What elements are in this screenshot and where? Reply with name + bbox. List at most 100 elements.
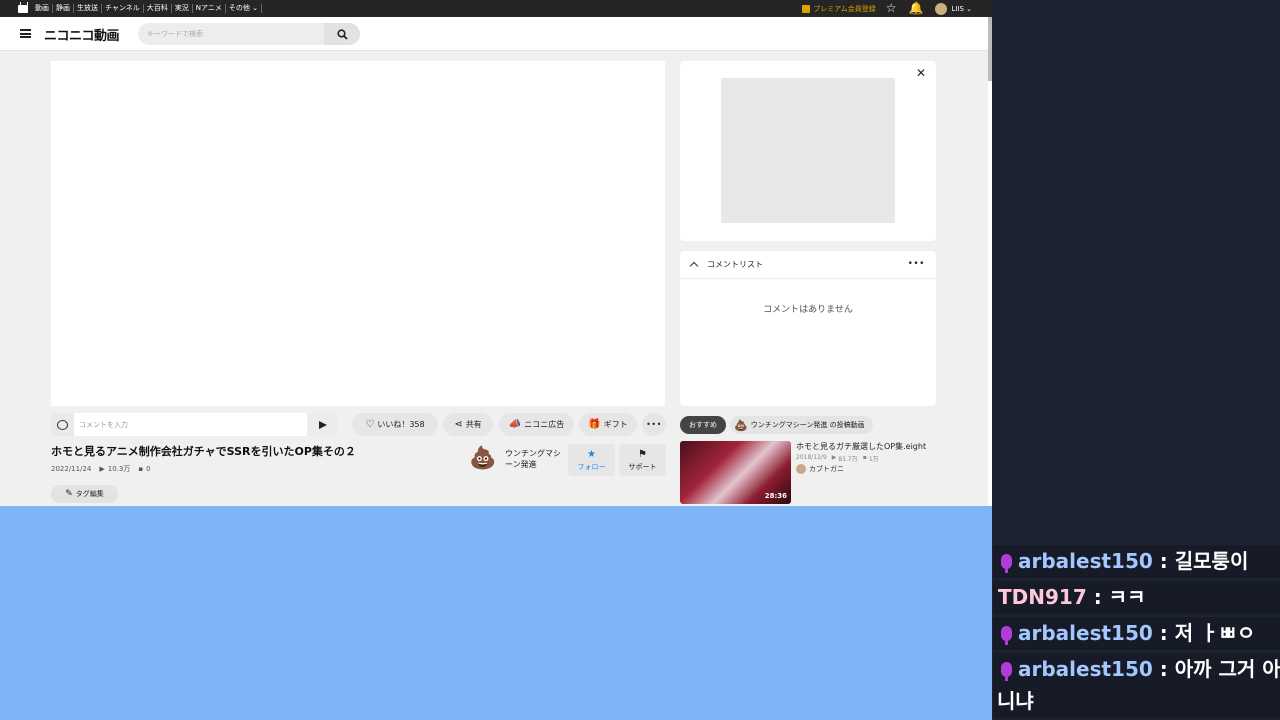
site-logo[interactable]: ニコニコ動画 [44,25,120,44]
niconico-tv-icon[interactable] [18,4,28,13]
chat-nick: arbalest150 [1018,621,1153,645]
owner-name[interactable]: ウンチングマシーン発進 [505,448,563,470]
star-icon: ★ [587,448,596,460]
search-input[interactable] [138,23,323,45]
chat-text-continued: 니냐 [997,689,1034,713]
video-title: ホモと見るアニメ制作会社ガチャでSSRを引いたOP集その２ [51,445,356,458]
chat-separator: : [1152,657,1175,681]
chroma-background [0,506,992,720]
chat-separator: : [1086,585,1109,609]
like-label: いいね！358 [377,420,425,429]
mic-icon [1001,554,1012,573]
gift-label: ギフト [603,420,628,429]
nicoad-button[interactable]: 📣 ニコニ広告 [499,413,574,436]
hamburger-menu-icon[interactable] [20,29,31,38]
follow-button[interactable]: ★ フォロー [568,444,615,476]
nav-other[interactable]: その他 ⌄ [226,4,262,13]
view-count: 10.3万 [107,465,131,473]
more-actions-button[interactable]: ••• [642,413,666,436]
share-label: 共有 [465,420,482,429]
user-name: LIIS ⌄ [951,4,972,13]
comment-icon: ▪ [862,454,867,461]
tab-owner-videos-label: ウンチングマシーン発進 の投稿動画 [750,421,865,429]
avatar [935,2,948,15]
recommend-thumbnail[interactable]: 28:36 [680,441,791,504]
owner-avatar[interactable]: 💩 [469,446,496,472]
nav-dic[interactable]: 大百科 [144,4,172,13]
nav-seiga[interactable]: 静画 [53,4,74,13]
video-duration: 28:36 [764,492,787,500]
send-button[interactable] [307,413,338,436]
top-nav-bar: 動画 静画 生放送 チャンネル 大百科 実況 Nアニメ その他 ⌄ プレミアム会… [0,0,992,17]
recommend-title[interactable]: ホモと見るガチ厳選したOP集.eight [796,441,936,452]
recommend-meta: 2018/12/9 ▶ 81.7万 ▪ 1万 [796,454,884,463]
chat-text: 저 ㅏㅃㅇ [1174,621,1256,645]
chat-message: TDN917 : ㅋㅋ [993,581,1280,614]
niconico-page: 動画 静画 生放送 チャンネル 大百科 実況 Nアニメ その他 ⌄ プレミアム会… [0,0,992,506]
video-meta: 2022/11/24 ▶ 10.3万 ▪ 0 [51,464,159,474]
chat-nick: TDN917 [998,585,1087,609]
chevron-up-icon[interactable] [689,261,699,271]
send-icon [318,420,327,429]
tab-owner-videos[interactable]: 💩 ウンチングマシーン発進 の投稿動画 [730,416,873,434]
palette-icon[interactable] [51,413,74,436]
close-icon[interactable]: ✕ [916,66,926,80]
poop-icon: 💩 [734,418,748,432]
heart-icon: ♡ [365,419,375,430]
tag-edit-button[interactable]: ✎ タグ編集 [51,485,118,503]
chat-message: arbalest150 : 아까 그거 아니냐 [993,653,1280,718]
chat-nick: arbalest150 [1018,657,1153,681]
recommend-views: 81.7万 [838,456,858,463]
star-icon[interactable]: ☆ [886,0,897,17]
recommend-date: 2018/12/9 [796,454,827,461]
comment-input[interactable] [74,413,306,436]
like-button[interactable]: ♡ いいね！358 [352,413,438,436]
support-label: サポート [628,462,657,471]
more-icon[interactable]: ••• [908,259,925,269]
search-icon [336,28,348,40]
nav-jikkyo[interactable]: 実況 [172,4,193,13]
mic-icon [1001,626,1012,645]
share-button[interactable]: ⋖ 共有 [443,413,493,436]
mic-icon [1001,662,1012,681]
tag-edit-label: タグ編集 [75,490,104,498]
ad-placeholder[interactable] [721,78,895,223]
ad-panel: ✕ [680,61,936,241]
nav-live[interactable]: 生放送 [74,4,102,13]
chat-message: arbalest150 : 길모퉁이 [993,545,1280,578]
chat-text: 아까 그거 아 [1174,657,1280,681]
bell-icon[interactable]: 🔔 [908,0,923,17]
site-header: ニコニコ動画 [0,17,988,51]
follow-label: フォロー [577,462,606,471]
user-menu[interactable]: LIIS ⌄ [935,2,972,15]
recommend-owner-name: カブトガニ [809,465,844,473]
gift-icon: 🎁 [588,419,601,430]
premium-label: プレミアム会員登録 [813,4,876,13]
nav-video[interactable]: 動画 [32,4,53,13]
video-player[interactable] [51,61,665,406]
recommend-owner[interactable]: カブトガニ [796,464,844,474]
nav-channel[interactable]: チャンネル [102,4,144,13]
gift-button[interactable]: 🎁 ギフト [579,413,637,436]
chat-text: ㅋㅋ [1108,585,1146,609]
search-bar [138,23,360,45]
more-icon: ••• [646,420,662,429]
nav-nanime[interactable]: Nアニメ [193,4,226,13]
comment-list-header[interactable]: コメントリスト ••• [680,251,936,279]
comment-list-empty: コメントはありません [763,305,853,315]
play-icon: ▶ [831,454,837,461]
chat-separator: : [1152,549,1175,573]
tab-recommend[interactable]: おすすめ [680,416,726,434]
comment-form [51,413,338,436]
premium-signup-link[interactable]: プレミアム会員登録 [802,4,876,14]
recommend-comments: 1万 [868,456,879,463]
chat-message: arbalest150 : 저 ㅏㅃㅇ [993,617,1280,650]
nicoad-label: ニコニ広告 [524,420,565,429]
support-button[interactable]: ⚑ サポート [619,444,666,476]
chat-text: 길모퉁이 [1174,549,1249,573]
chat-nick: arbalest150 [1018,549,1153,573]
search-button[interactable] [324,23,360,45]
share-icon: ⋖ [454,419,463,430]
post-date: 2022/11/24 [51,465,92,473]
chat-separator: : [1152,621,1175,645]
